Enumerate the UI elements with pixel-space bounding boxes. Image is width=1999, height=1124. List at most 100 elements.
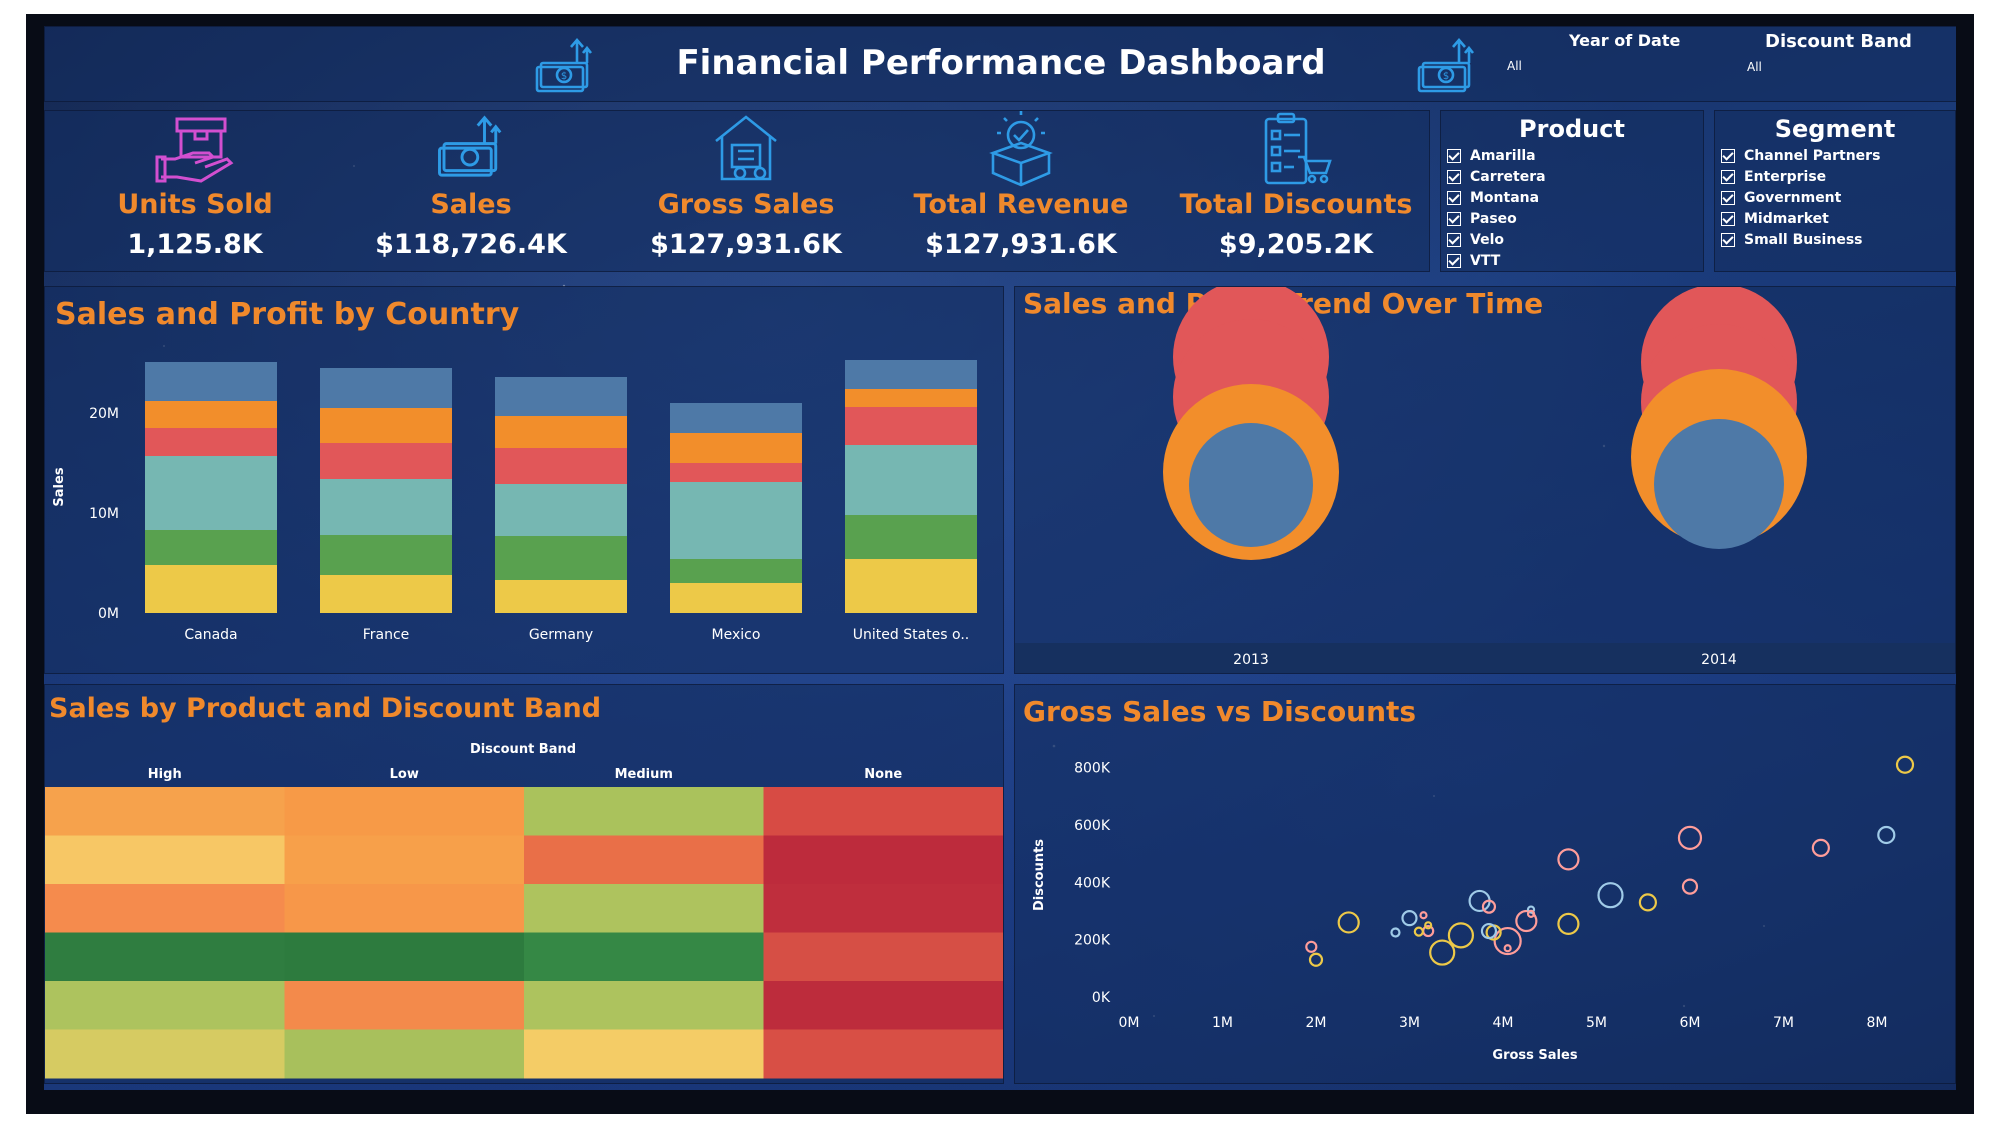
product-option[interactable]: Montana [1447,187,1546,208]
column-label: None [864,767,902,782]
heatmap-cell [284,787,525,836]
bar-segment [145,456,277,530]
y-tick-label: 0K [1092,990,1111,1006]
checkbox-checked-icon[interactable] [1447,253,1461,268]
checkbox-checked-icon[interactable] [1721,232,1735,247]
product-filter-panel: Product Amarilla Carretera Montana Paseo… [1440,110,1704,272]
kpi-label: Gross Sales [657,189,835,220]
money-upload-icon [438,115,502,177]
checkbox-checked-icon[interactable] [1447,169,1461,184]
segment-option-label: Midmarket [1744,210,1829,227]
checkbox-checked-icon[interactable] [1721,211,1735,226]
product-filter-title: Product [1519,115,1625,143]
kpi-value: $9,205.2K [1218,229,1374,260]
kpi-value: 1,125.8K [127,229,263,260]
product-option[interactable]: VTT [1447,250,1546,271]
scatter-point [1419,911,1428,920]
segment-option[interactable]: Channel Partners [1721,145,1880,166]
kpi-gross-sales: Gross Sales $127,931.6K [616,111,876,271]
x-tick-label: 2013 [1233,652,1269,668]
y-axis-label: Sales [52,467,67,506]
bar-segment [670,403,802,433]
bar-segment [320,443,452,479]
y-axis-label: Discounts [1032,839,1047,911]
product-option[interactable]: Velo [1447,229,1546,250]
box-check-icon [989,111,1053,187]
scatter-point [1390,927,1401,938]
segment-option[interactable]: Government [1721,187,1880,208]
checkbox-checked-icon[interactable] [1447,211,1461,226]
checkbox-checked-icon[interactable] [1721,169,1735,184]
product-option[interactable]: Paseo [1447,208,1546,229]
scatter-point [1877,825,1896,845]
kpi-sales: Sales $118,726.4K [341,111,601,271]
scatter-point [1429,939,1456,966]
scatter-point [1503,944,1512,953]
heatmap-cell [524,835,764,885]
product-option-label: Carretera [1470,168,1546,185]
checkbox-checked-icon[interactable] [1721,190,1735,205]
kpi-value: $127,931.6K [650,229,842,260]
kpi-label: Total Discounts [1179,189,1413,220]
x-tick-label: United States o.. [853,627,969,643]
bar-segment [670,583,802,613]
y-tick-label: 20M [89,406,119,422]
bar-segment [845,559,977,613]
scatter-point [1677,825,1703,850]
checkbox-checked-icon[interactable] [1721,148,1735,163]
heatmap-cell [45,835,285,885]
scatter-point [1681,878,1699,895]
y-tick-label: 10M [89,506,119,522]
x-tick-label: 1M [1212,1015,1233,1031]
y-tick-label: 200K [1074,933,1111,949]
segment-filter-title: Segment [1774,115,1896,143]
heatmap-cell [524,1029,764,1079]
heatmap-cell [763,835,1003,885]
heatmap-cell [284,835,525,885]
heatmap-cell [763,884,1003,933]
bar-segment [670,433,802,463]
product-option[interactable]: Amarilla [1447,145,1546,166]
column-label: High [148,767,182,782]
segment-option[interactable]: Enterprise [1721,166,1880,187]
bar-segment [845,389,977,407]
checkbox-checked-icon[interactable] [1447,232,1461,247]
bar-segment [495,580,627,613]
scatter-point [1308,952,1324,967]
y-tick-label: 600K [1074,818,1111,834]
x-tick-label: 6M [1679,1015,1700,1031]
kpi-label: Sales [430,189,512,220]
heatmap-cell [45,932,285,982]
segment-checklist: Channel Partners Enterprise Government M… [1721,145,1880,250]
trend-bubble [1654,419,1784,549]
scatter-point [1597,882,1624,909]
segment-option-label: Channel Partners [1744,147,1881,164]
scatter-point [1526,909,1536,918]
checkbox-checked-icon[interactable] [1447,190,1461,205]
segment-option-label: Small Business [1744,231,1863,248]
checkbox-checked-icon[interactable] [1447,148,1461,163]
x-tick-label: Germany [529,627,593,643]
x-tick-label: 4M [1492,1015,1513,1031]
bar-segment [320,575,452,613]
discount-band-filter-dropdown[interactable]: All [1747,60,1762,74]
x-tick-label: France [363,627,410,643]
dashboard-frame: $ Financial Performance Dashboard $ Year… [26,14,1974,1114]
gross-sales-discounts-scatter: 0M 1M 2M 3M 4M 5M 6M 7M 8M 0K 200K 400K 600K 800K Gros… [1032,755,1915,1063]
header-panel: $ Financial Performance Dashboard $ Year… [44,26,1956,102]
product-option[interactable]: Carretera [1447,166,1546,187]
kpi-panel: Units Sold 1,125.8K Sales $118,726.4K Gr… [44,110,1430,272]
x-tick-label: 2014 [1701,652,1737,668]
bar-segment [845,445,977,515]
scatter-point [1895,755,1915,774]
kpi-total-discounts: Total Discounts $9,205.2K [1166,111,1426,271]
kpi-label: Units Sold [117,189,273,220]
bar-segment [670,482,802,559]
segment-option[interactable]: Midmarket [1721,208,1880,229]
segment-option[interactable]: Small Business [1721,229,1880,250]
trend-bubble-chart: 2013 2014 [1015,287,1955,673]
heatmap-cell [763,1029,1003,1079]
year-filter-dropdown[interactable]: All [1507,59,1522,73]
trend-bubble [1189,423,1313,547]
heatmap-cell [763,932,1003,982]
